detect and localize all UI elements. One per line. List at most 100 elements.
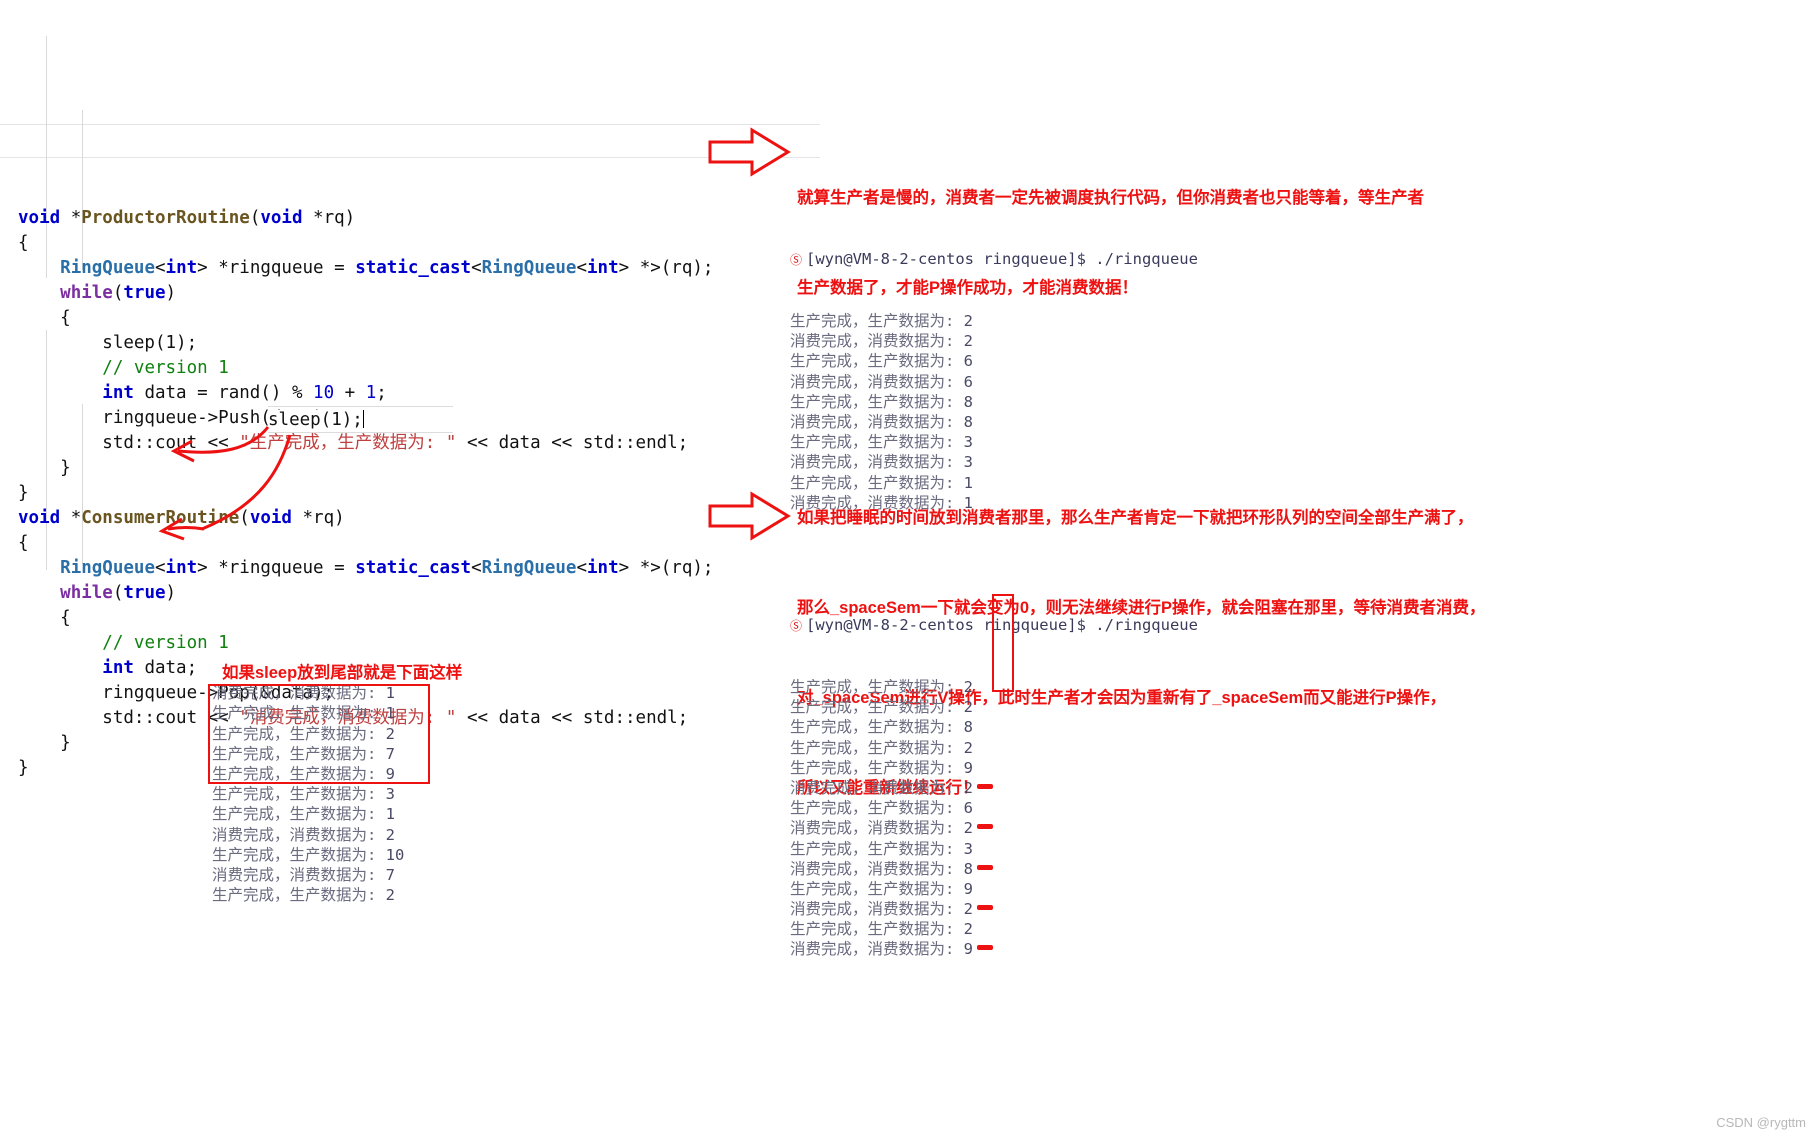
terminal-3-row: 消费完成，消费数据为: 7 <box>212 866 404 886</box>
terminal-2-row: 生产完成，生产数据为: 3 <box>790 839 1198 859</box>
terminal-3-value: 2 <box>385 825 396 844</box>
terminal-1-value: 8 <box>963 392 974 411</box>
terminal-2-label: 消费完成，消费数据为: <box>790 778 964 797</box>
red-dash-marker <box>977 945 994 951</box>
code-line-1[interactable]: { <box>18 231 820 256</box>
terminal-2-label: 生产完成，生产数据为: <box>790 678 964 697</box>
terminal-3-value: 10 <box>385 845 405 864</box>
terminal-3-label: 生产完成，生产数据为: <box>212 785 386 804</box>
screenshot-root: void *ProductorRoutine(void *rq){ RingQu… <box>0 0 1820 1138</box>
highlight-box-terminal-3 <box>208 684 430 784</box>
terminal-2-label: 消费完成，消费数据为: <box>790 819 964 838</box>
terminal-2-row: 生产完成，生产数据为: 9 <box>790 879 1198 899</box>
code-line-6[interactable]: // version 1 <box>18 356 820 381</box>
code-line-15[interactable]: while(true) <box>18 581 820 606</box>
terminal-1-label: 生产完成，生产数据为: <box>790 352 964 371</box>
terminal-2-row: 生产完成，生产数据为: 2 <box>790 697 1198 717</box>
red-dash-marker <box>977 783 994 789</box>
code-line-2[interactable]: RingQueue<int> *ringqueue = static_cast<… <box>18 256 820 281</box>
terminal-2-value: 2 <box>963 678 974 697</box>
terminal-1-row: 消费完成，消费数据为: 2 <box>790 331 1198 351</box>
terminal-2-row: 生产完成，生产数据为: 2 <box>790 919 1198 939</box>
terminal-2-row: 生产完成，生产数据为: 6 <box>790 798 1198 818</box>
code-line-7[interactable]: int data = rand() % 10 + 1; <box>18 381 820 406</box>
code-line-3[interactable]: while(true) <box>18 281 820 306</box>
code-line-4[interactable]: { <box>18 306 820 331</box>
terminal-2-value: 3 <box>963 839 974 858</box>
terminal-2-label: 消费完成，消费数据为: <box>790 859 964 878</box>
terminal-2-row: 消费完成，消费数据为: 9 <box>790 939 1198 959</box>
terminal-3-row: 生产完成，生产数据为: 10 <box>212 846 404 866</box>
terminal-1-value: 6 <box>963 372 974 391</box>
terminal-3-row: 生产完成，生产数据为: 2 <box>212 886 404 906</box>
terminal-1-value: 2 <box>963 332 974 351</box>
terminal-2-value: 9 <box>963 879 974 898</box>
terminal-2-label: 生产完成，生产数据为: <box>790 920 964 939</box>
right-arrow-icon-1 <box>708 127 791 177</box>
terminal-2-label: 生产完成，生产数据为: <box>790 698 964 717</box>
terminal-3-label: 消费完成，消费数据为: <box>212 825 386 844</box>
terminal-3-row: 消费完成，消费数据为: 2 <box>212 826 404 846</box>
red-dash-marker <box>977 905 994 911</box>
terminal-1-label: 消费完成，消费数据为: <box>790 372 964 391</box>
terminal-3-value: 7 <box>385 865 396 884</box>
code-editor-pane[interactable]: void *ProductorRoutine(void *rq){ RingQu… <box>0 0 820 778</box>
code-line-9[interactable]: std::cout << "生产完成，生产数据为: " << data << s… <box>18 431 820 456</box>
code-line-11[interactable]: } <box>18 481 820 506</box>
terminal-3-label: 生产完成，生产数据为: <box>212 845 386 864</box>
terminal-2-value: 8 <box>963 859 974 878</box>
terminal-1-row: 生产完成，生产数据为: 8 <box>790 392 1198 412</box>
terminal-1-prompt-row: Ⓢ [wyn@VM-8-2-centos ringqueue]$ ./ringqu… <box>790 249 1198 270</box>
annotation-mid-right-line-0: 如果把睡眠的时间放到消费者那里，那么生产者肯定一下就把环形队列的空间全部生产满了… <box>797 509 1474 527</box>
terminal-2-value: 6 <box>963 799 974 818</box>
terminal-3-value: 2 <box>385 886 396 905</box>
error-bullet-icon-2: Ⓢ <box>790 619 803 634</box>
terminal-1-value: 8 <box>963 412 974 431</box>
terminal-2-value: 2 <box>963 900 974 919</box>
code-line-13[interactable]: { <box>18 531 820 556</box>
terminal-1-label: 消费完成，消费数据为: <box>790 332 964 351</box>
terminal-2-row: 消费完成，消费数据为: 2 <box>790 899 1198 919</box>
terminal-2-value: 2 <box>963 698 974 717</box>
terminal-2-row: 生产完成，生产数据为: 9 <box>790 758 1198 778</box>
terminal-2-row: 消费完成，消费数据为: 2 <box>790 818 1198 838</box>
terminal-2-value: 2 <box>963 738 974 757</box>
terminal-2-label: 消费完成，消费数据为: <box>790 900 964 919</box>
terminal-1-row: 生产完成，生产数据为: 2 <box>790 311 1198 331</box>
code-line-0[interactable]: void *ProductorRoutine(void *rq) <box>18 206 820 231</box>
red-dash-marker <box>977 824 994 830</box>
terminal-2-label: 生产完成，生产数据为: <box>790 758 964 777</box>
terminal-1-label: 生产完成，生产数据为: <box>790 312 964 331</box>
terminal-1-label: 生产完成，生产数据为: <box>790 392 964 411</box>
red-dash-marker <box>977 864 994 870</box>
terminal-2-label: 生产完成，生产数据为: <box>790 879 964 898</box>
terminal-2-rows: 生产完成，生产数据为: 2 生产完成，生产数据为: 2 生产完成，生产数据为: 8生… <box>790 677 1198 960</box>
terminal-2-value: 8 <box>963 718 974 737</box>
watermark: CSDN @rygttm <box>1716 1115 1806 1130</box>
terminal-1-value: 6 <box>963 352 974 371</box>
terminal-1-row: 消费完成，消费数据为: 8 <box>790 412 1198 432</box>
code-line-5[interactable]: sleep(1); <box>18 331 820 356</box>
terminal-3-label: 消费完成，消费数据为: <box>212 865 386 884</box>
code-line-10[interactable]: } <box>18 456 820 481</box>
highlight-box-terminal-2 <box>992 594 1014 692</box>
terminal-2-label: 生产完成，生产数据为: <box>790 799 964 818</box>
terminal-3-label: 生产完成，生产数据为: <box>212 886 386 905</box>
terminal-2-value: 2 <box>963 819 974 838</box>
terminal-2-value: 9 <box>963 758 974 777</box>
terminal-2-row: 消费完成，消费数据为: 2 <box>790 778 1198 798</box>
text-caret <box>362 410 364 428</box>
terminal-1-label: 消费完成，消费数据为: <box>790 412 964 431</box>
terminal-2-label: 生产完成，生产数据为: <box>790 738 964 757</box>
terminal-2-row: 消费完成，消费数据为: 8 <box>790 859 1198 879</box>
right-arrow-icon-2 <box>708 491 791 541</box>
terminal-3-row: 生产完成，生产数据为: 3 <box>212 785 404 805</box>
terminal-2-row: 生产完成，生产数据为: 2 <box>790 738 1198 758</box>
terminal-2-value: 2 <box>963 778 974 797</box>
code-line-12[interactable]: void *ConsumerRoutine(void *rq) <box>18 506 820 531</box>
terminal-3-row: 生产完成，生产数据为: 1 <box>212 805 404 825</box>
terminal-2-label: 生产完成，生产数据为: <box>790 839 964 858</box>
code-line-14[interactable]: RingQueue<int> *ringqueue = static_cast<… <box>18 556 820 581</box>
terminal-1-row: 消费完成，消费数据为: 6 <box>790 372 1198 392</box>
terminal-1-value: 2 <box>963 312 974 331</box>
